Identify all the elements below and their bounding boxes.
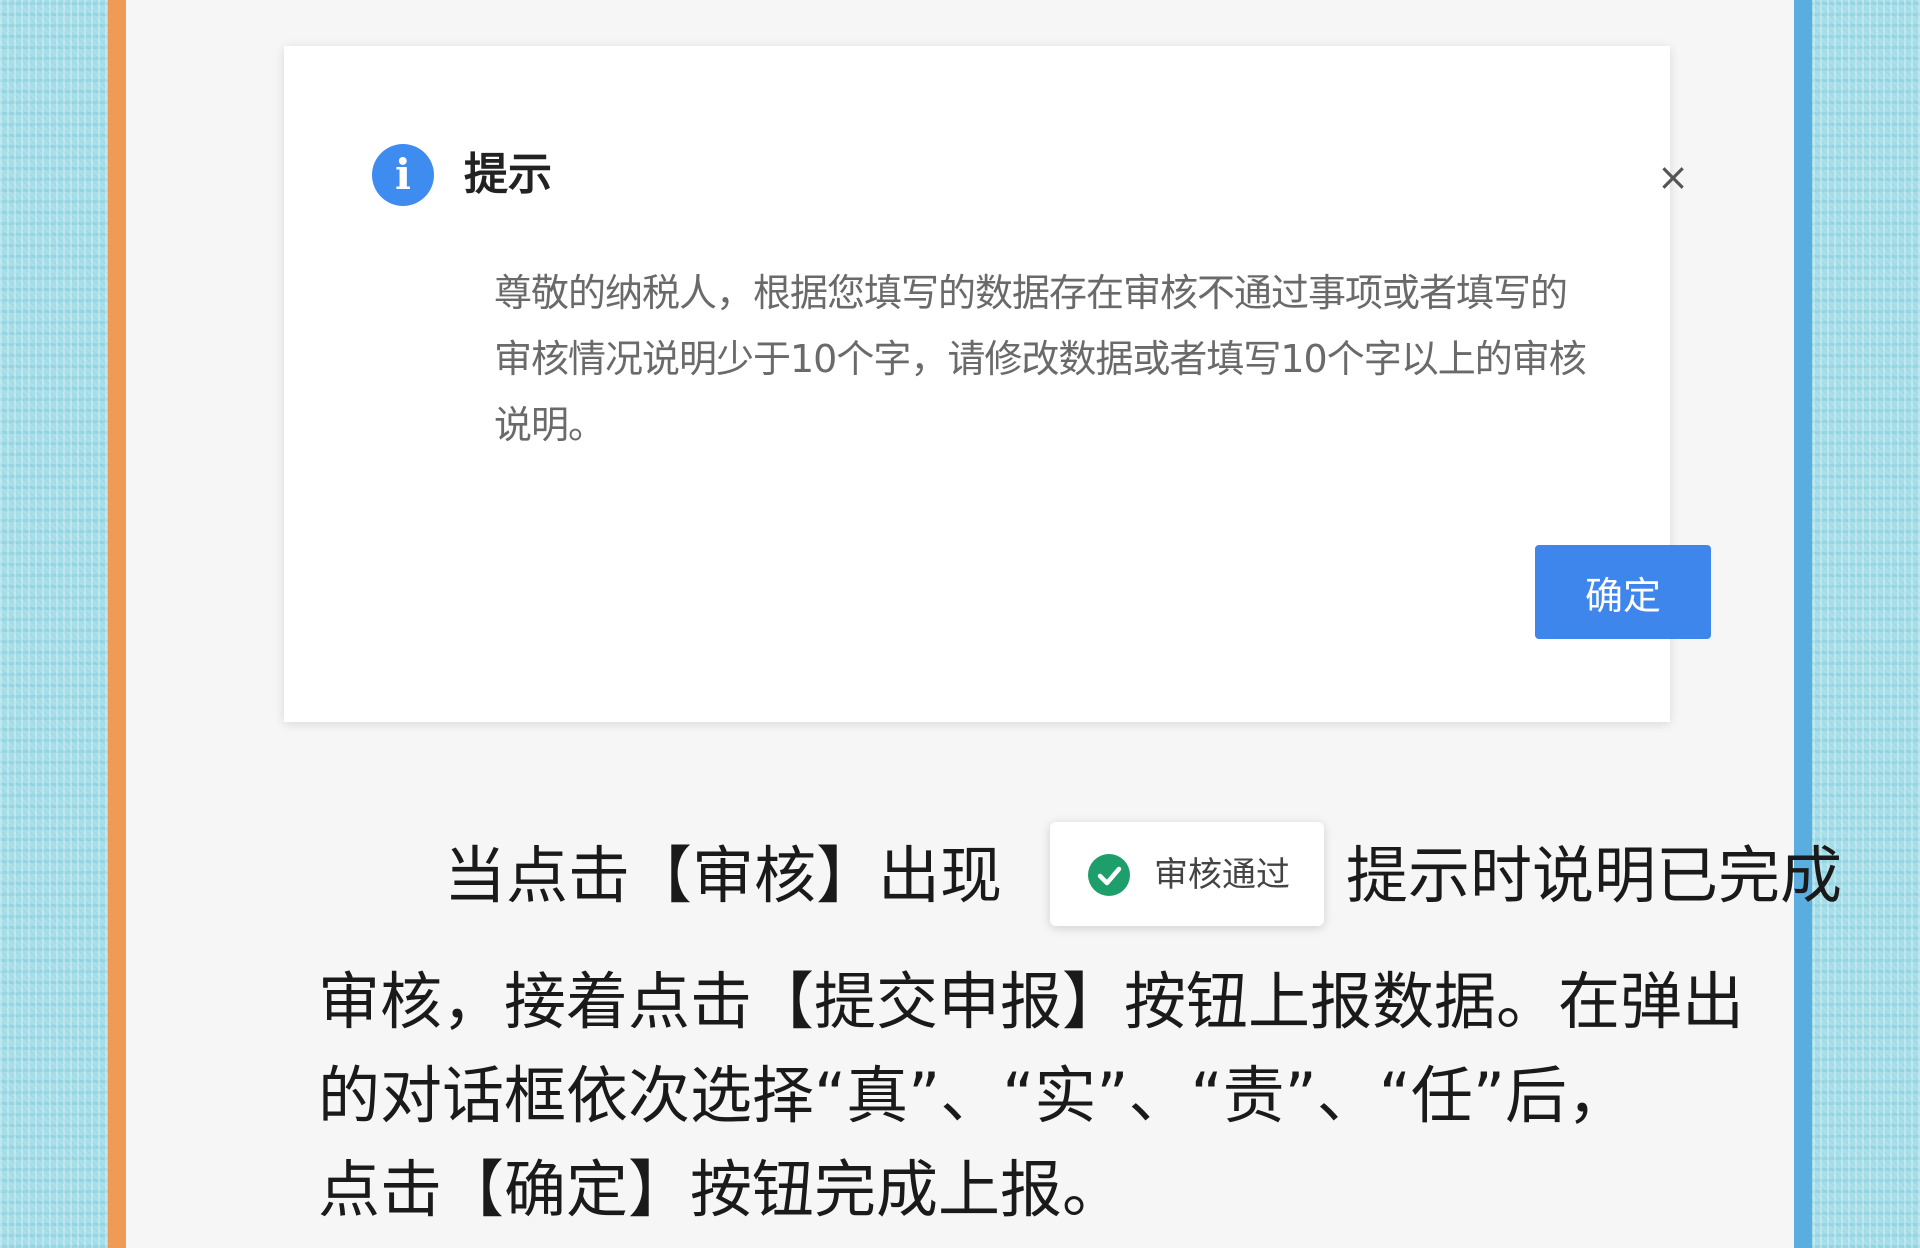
instruction-line-4: 点击【确定】按钮完成上报。 bbox=[318, 1153, 1125, 1226]
info-icon: i bbox=[372, 144, 434, 206]
prompt-dialog: i 提示 × 尊敬的纳税人，根据您填写的数据存在审核不通过事项或者填写的 审核情… bbox=[284, 46, 1711, 722]
check-circle-icon bbox=[1088, 854, 1130, 896]
instruction-line-2: 审核，接着点击【提交申报】按钮上报数据。在弹出 bbox=[318, 965, 1745, 1038]
instruction-line-1-start: 当点击【审核】出现 bbox=[444, 839, 1003, 912]
dialog-message-line: 说明。 bbox=[494, 403, 606, 447]
dialog-message: 尊敬的纳税人，根据您填写的数据存在审核不通过事项或者填写的 审核情况说明少于10… bbox=[494, 260, 1734, 458]
right-decorative-stripe bbox=[1794, 0, 1812, 1248]
confirm-button[interactable]: 确定 bbox=[1535, 545, 1711, 639]
left-decorative-stripe bbox=[108, 0, 126, 1248]
close-button[interactable]: × bbox=[1652, 156, 1694, 198]
content-panel: i 提示 × 尊敬的纳税人，根据您填写的数据存在审核不通过事项或者填写的 审核情… bbox=[126, 0, 1842, 1248]
dialog-title: 提示 bbox=[464, 149, 552, 200]
instruction-line-3: 的对话框依次选择“真”、“实”、“责”、“任”后， bbox=[318, 1059, 1629, 1132]
audit-passed-toast: 审核通过 bbox=[1050, 822, 1324, 926]
toast-text: 审核通过 bbox=[1154, 855, 1290, 895]
dialog-message-line: 尊敬的纳税人，根据您填写的数据存在审核不通过事项或者填写的 bbox=[494, 271, 1568, 315]
dialog-message-line: 审核情况说明少于10个字，请修改数据或者填写10个字以上的审核 bbox=[494, 337, 1587, 381]
instruction-line-1-end: 提示时说明已完成 bbox=[1346, 839, 1843, 912]
